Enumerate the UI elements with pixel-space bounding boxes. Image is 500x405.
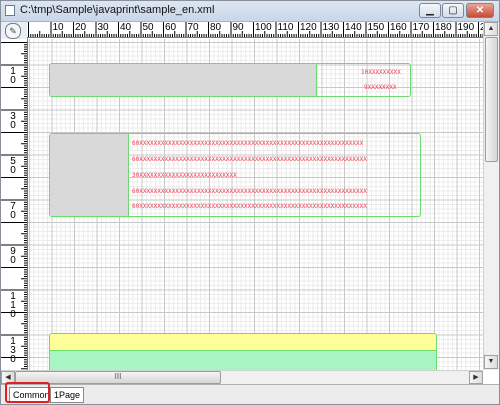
gray-area [50, 134, 128, 216]
ruler-label: 80 [210, 22, 222, 33]
divider [316, 64, 317, 96]
horizontal-ruler: 10 20 30 40 50 60 70 80 90 100 110 120 130 140 150 160 1… [27, 22, 497, 38]
selected-tab-highlight [5, 382, 50, 403]
text-field[interactable]: 9XXXXXXXX [364, 84, 397, 91]
text-field[interactable]: 10XXXXXXXXX [361, 69, 401, 76]
yellow-band [50, 334, 436, 350]
editor-window: C:\tmp\Sample\javaprint\sample_en.xml ▁ … [0, 0, 500, 405]
ruler-label: 120 [300, 22, 317, 33]
scroll-up-icon[interactable]: ▲ [484, 22, 498, 36]
ruler-label: 170 [412, 22, 430, 33]
vertical-scroll-thumb[interactable] [485, 37, 498, 162]
ruler-corner: ✎ [1, 22, 28, 40]
ruler-label: 10 [52, 22, 64, 33]
ruler-label: 130 [322, 22, 340, 33]
ruler-label: 180 [435, 22, 452, 33]
page-tab-bar: Common 1Page [1, 384, 499, 404]
report-frame-footer[interactable] [49, 333, 437, 370]
ruler-label: 70 [187, 22, 199, 33]
ruler-label: 160 [390, 22, 407, 33]
ruler-label: 50 [142, 22, 154, 33]
ruler-label: 20 [75, 22, 87, 33]
ruler-label: 140 [345, 22, 362, 33]
ruler-label: 110 [277, 22, 294, 33]
divider [128, 134, 129, 216]
text-field[interactable]: 60XXXXXXXXXXXXXXXXXXXXXXXXXXXXXXXXXXXXXX… [132, 188, 367, 195]
scroll-right-icon[interactable]: ▶ [469, 371, 483, 384]
mint-band [50, 351, 436, 370]
minimize-button[interactable]: ▁ [419, 3, 441, 18]
ruler-label: 50 [10, 155, 16, 176]
ruler-label: 150 [367, 22, 385, 33]
ruler-label: 30 [97, 22, 109, 33]
ruler-label: 70 [10, 200, 16, 221]
vertical-ruler: 10 30 50 70 90 110 130 [1, 39, 28, 371]
text-field[interactable]: 60XXXXXXXXXXXXXXXXXXXXXXXXXXXXXXXXXXXXXX… [132, 156, 367, 163]
title-bar: C:\tmp\Sample\javaprint\sample_en.xml ▁ … [1, 1, 499, 22]
report-frame-header[interactable]: 10XXXXXXXXX 9XXXXXXXX [49, 63, 411, 97]
ruler-label: 190 [457, 22, 475, 33]
ruler-label: 30 [10, 110, 16, 131]
text-field[interactable]: 60XXXXXXXXXXXXXXXXXXXXXXXXXXXXXXXXXXXXXX… [132, 203, 367, 210]
gray-area [50, 64, 316, 96]
text-field[interactable]: 60XXXXXXXXXXXXXXXXXXXXXXXXXXXXXXXXXXXXXX… [132, 140, 363, 147]
report-frame-body[interactable]: 60XXXXXXXXXXXXXXXXXXXXXXXXXXXXXXXXXXXXXX… [49, 133, 421, 217]
document-icon [5, 5, 15, 16]
ruler-label: 10 [10, 65, 16, 86]
window-title: C:\tmp\Sample\javaprint\sample_en.xml [20, 4, 215, 16]
vertical-scrollbar[interactable]: ▲ ▼ [483, 22, 499, 370]
maximize-button[interactable]: ▢ [442, 3, 464, 18]
close-button[interactable]: ✕ [466, 3, 494, 18]
ruler-label: 90 [10, 245, 16, 266]
ruler-label: 60 [165, 22, 177, 33]
ruler-label: 130 [10, 335, 16, 365]
text-field[interactable]: 30XXXXXXXXXXXXXXXXXXXXXXXXXXX [132, 172, 237, 179]
ruler-label: 110 [10, 290, 16, 320]
ruler-label: 40 [120, 22, 132, 33]
scroll-down-icon[interactable]: ▼ [484, 355, 498, 369]
design-canvas[interactable]: 10XXXXXXXXX 9XXXXXXXX 60XXXXXXXXXXXXXXXX… [28, 39, 483, 370]
pencil-icon[interactable]: ✎ [5, 23, 21, 39]
tab-1page[interactable]: 1Page [50, 387, 85, 403]
ruler-label: 100 [255, 22, 272, 33]
ruler-label: 90 [232, 22, 244, 33]
horizontal-scrollbar[interactable]: ◀ III ▶ [1, 370, 483, 385]
